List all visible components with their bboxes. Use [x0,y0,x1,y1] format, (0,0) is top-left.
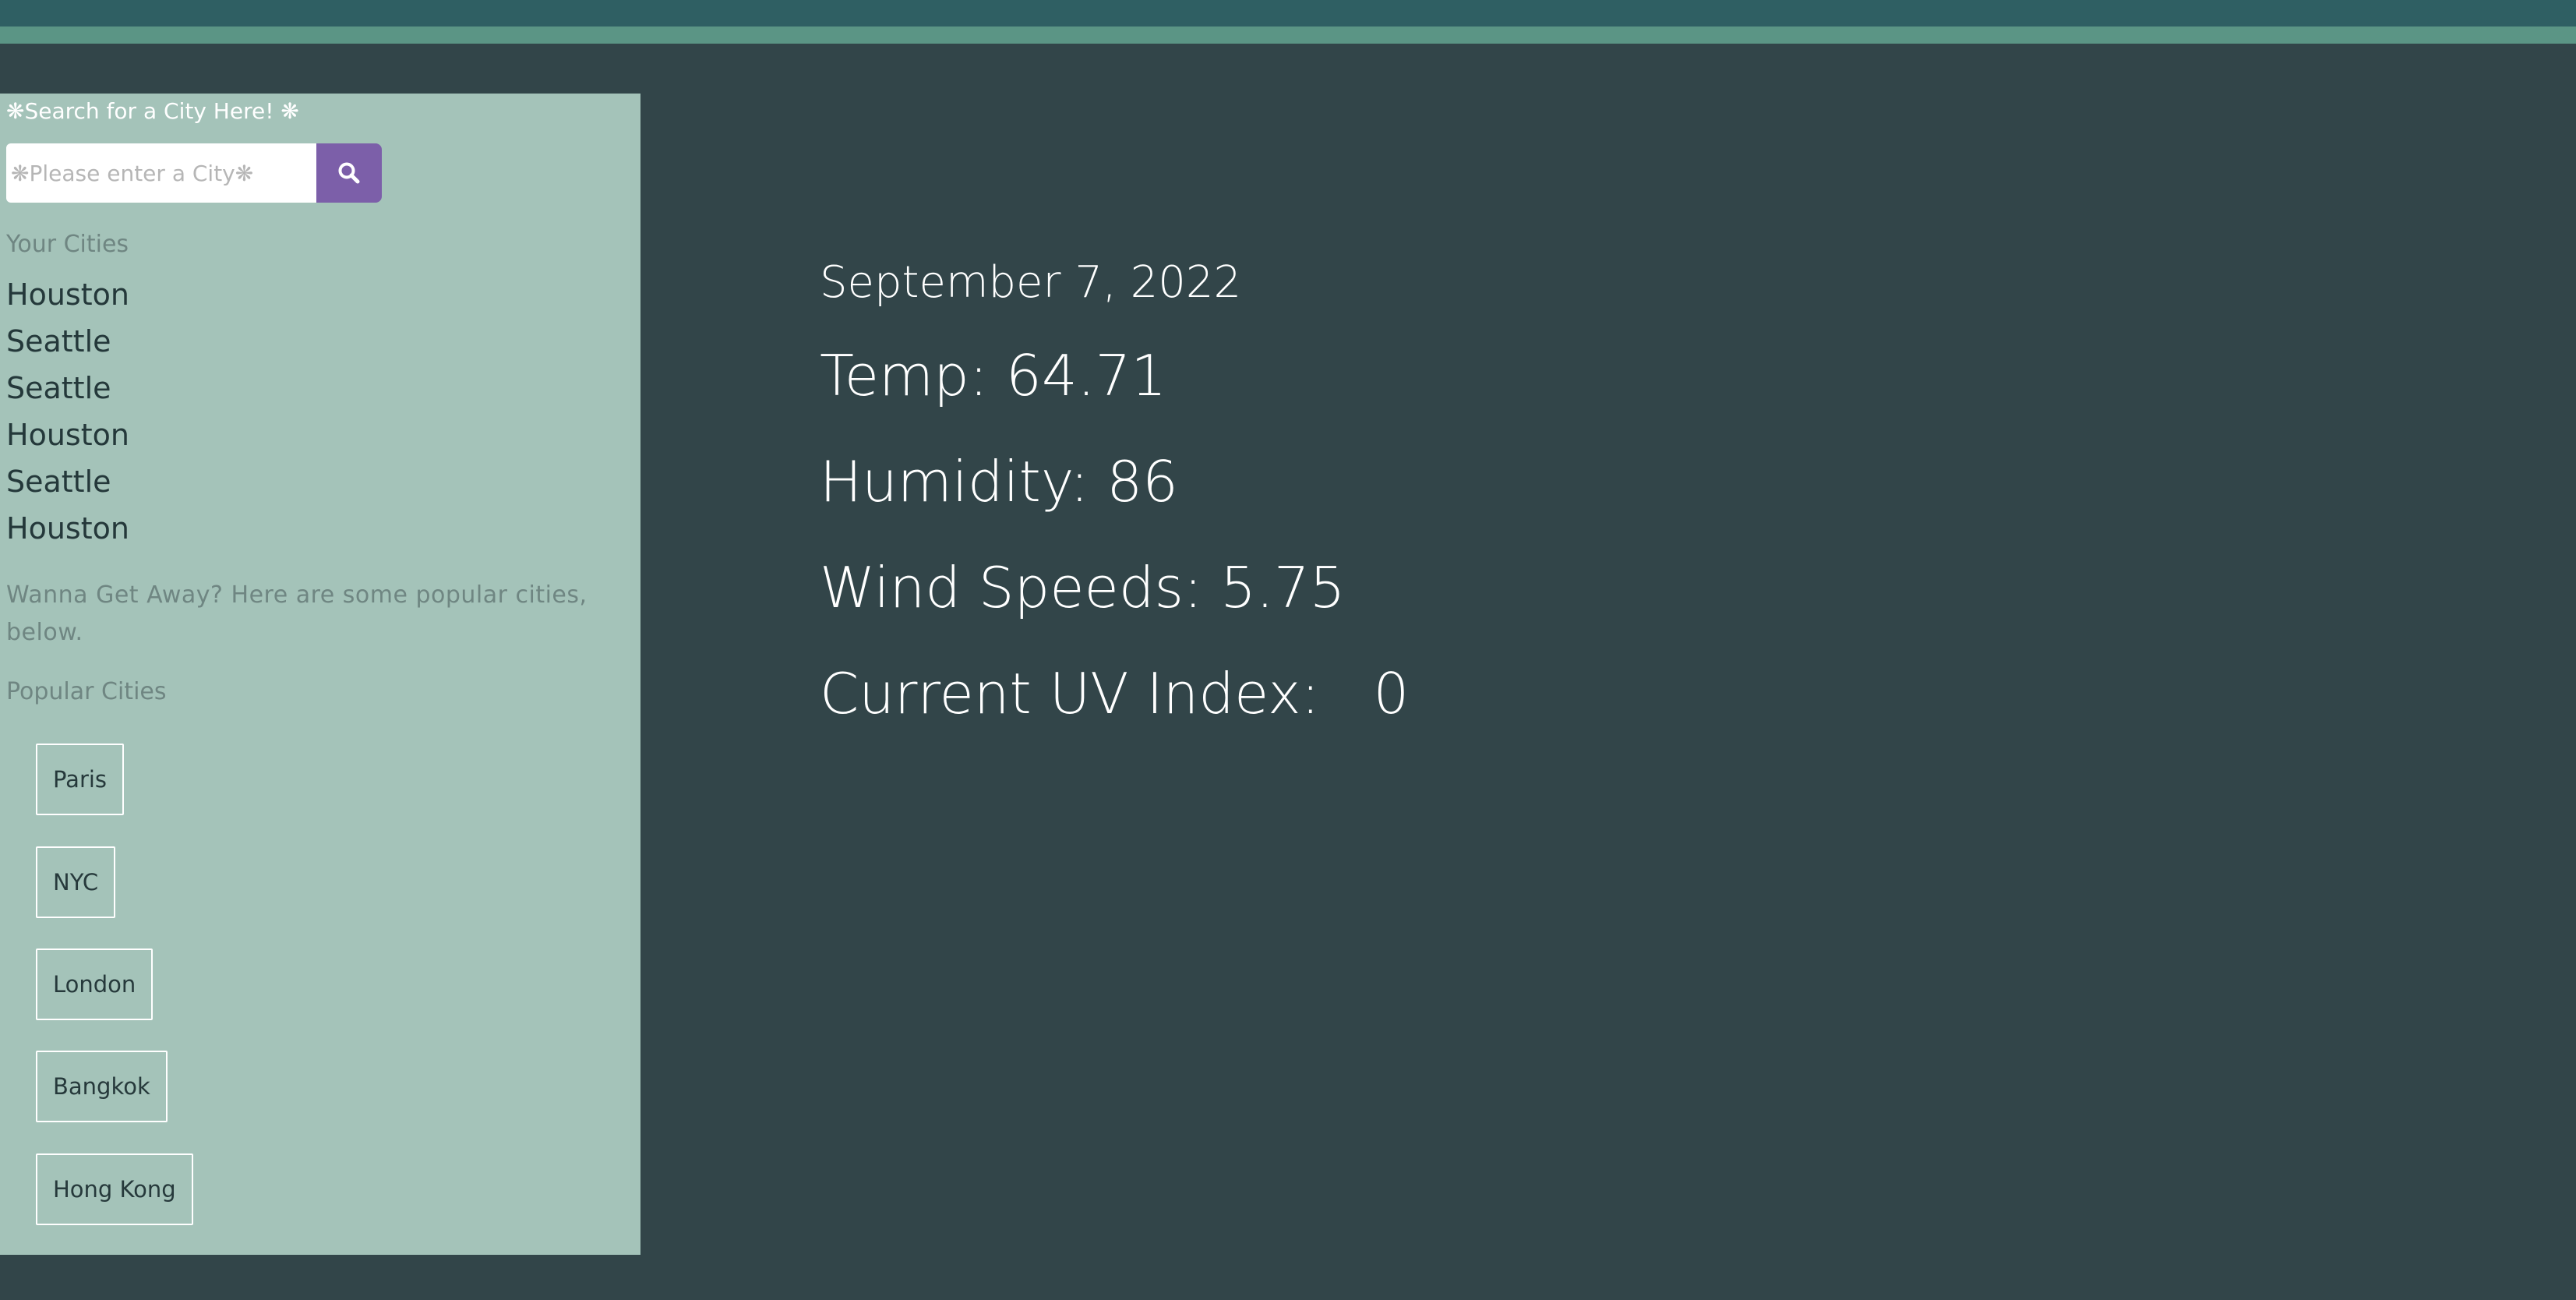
saved-city-houston[interactable]: Houston [6,271,129,318]
top-bar-stripe [0,26,2576,44]
temperature-value: Temp: 64.71 [820,343,1167,408]
wind-speed-value: Wind Speeds: 5.75 [820,555,1346,620]
saved-city-houston[interactable]: Houston [6,505,129,552]
popular-city-london-button[interactable]: London [36,949,154,1020]
popular-cities-heading: Popular Cities [6,678,167,705]
saved-city-seattle[interactable]: Seattle [6,458,129,505]
getaway-text: Wanna Get Away? Here are some popular ci… [6,581,588,646]
saved-city-seattle[interactable]: Seattle [6,365,129,412]
search-button[interactable] [316,143,382,203]
your-cities-list: Houston Seattle Seattle Houston Seattle … [6,271,129,552]
saved-city-seattle[interactable]: Seattle [6,318,129,365]
city-search-input[interactable] [6,143,316,203]
search-title: ❋Search for a City Here! ❋ [6,98,299,124]
uv-index-value: Current UV Index: 0 [820,661,1410,726]
search-icon [338,162,360,184]
popular-city-paris-button[interactable]: Paris [36,744,125,815]
saved-city-houston[interactable]: Houston [6,412,129,458]
popular-city-bangkok-button[interactable]: Bangkok [36,1051,168,1122]
popular-city-hong-kong-button[interactable]: Hong Kong [36,1153,193,1225]
popular-city-nyc-button[interactable]: NYC [36,846,116,918]
your-cities-heading: Your Cities [6,231,129,258]
humidity-value: Humidity: 86 [820,449,1178,514]
top-bar [0,0,2576,26]
forecast-date: September 7, 2022 [820,257,1242,308]
